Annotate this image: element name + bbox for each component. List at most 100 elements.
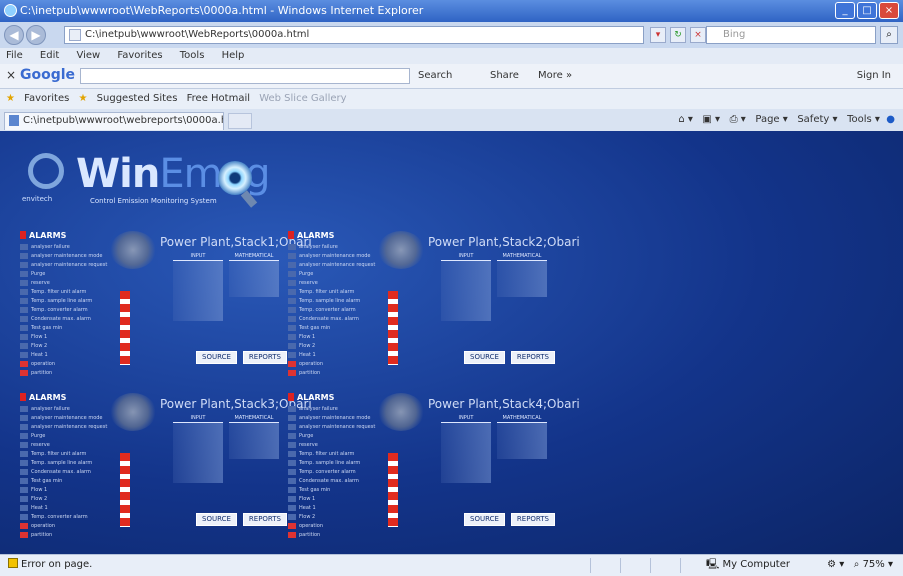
error-status[interactable]: Error on page.: [8, 555, 92, 575]
alarm-row: analyser maintenance request: [20, 423, 120, 432]
alarm-list: analyser failure analyser maintenance mod…: [288, 405, 388, 540]
home-icon[interactable]: ⌂ ▾: [678, 114, 693, 125]
alarm-label: operation: [299, 523, 324, 529]
alarm-row: Heat 1: [20, 351, 120, 360]
forward-button[interactable]: ▶: [26, 25, 46, 45]
minimize-button[interactable]: _: [835, 2, 855, 19]
alarm-indicator: [20, 477, 28, 484]
alarm-indicator: [288, 432, 296, 439]
alarm-indicator: [288, 333, 296, 340]
address-input[interactable]: C:\inetpub\wwwroot\WebReports\0000a.html: [64, 26, 644, 44]
alarm-row: Temp. filter unit alarm: [20, 450, 120, 459]
more-button[interactable]: More »: [538, 70, 572, 81]
reports-button[interactable]: REPORTS: [510, 513, 555, 526]
alarm-label: operation: [299, 361, 324, 367]
alarm-row: analyser failure: [288, 243, 388, 252]
search-icon[interactable]: ⌕: [880, 26, 898, 44]
alarms-label: ALARMS: [29, 393, 67, 402]
error-text: Error on page.: [21, 559, 93, 570]
table-header: INPUT MATHEMATICAL: [438, 415, 550, 423]
free-hotmail-link[interactable]: Free Hotmail: [187, 93, 250, 104]
chimney-image: [120, 453, 130, 527]
table-row: [170, 315, 282, 321]
close-toolbar-icon[interactable]: ×: [6, 68, 16, 82]
alarm-row: Temp. converter alarm: [20, 513, 120, 522]
zoom-control[interactable]: ⚙ ▾ ⌕ 75% ▾: [827, 555, 893, 575]
column-header: INPUT: [441, 253, 491, 261]
page-menu[interactable]: Page: [755, 114, 779, 125]
alarm-indicator: [288, 531, 296, 538]
add-favorite-icon[interactable]: ★: [79, 93, 88, 104]
search-input[interactable]: Bing: [706, 26, 876, 44]
column-header: MATHEMATICAL: [229, 253, 279, 261]
alarm-row: Temp. sample line alarm: [20, 297, 120, 306]
alarm-label: Condensate max. alarm: [299, 316, 359, 322]
menu-view[interactable]: View: [76, 50, 100, 61]
maximize-button[interactable]: □: [857, 2, 877, 19]
alarm-label: Flow 1: [31, 334, 48, 340]
page-content: envitech WinEmag Control Emission Monito…: [0, 131, 903, 554]
alarm-label: reserve: [299, 280, 318, 286]
menu-edit[interactable]: Edit: [40, 50, 59, 61]
google-search-input[interactable]: [80, 68, 410, 84]
reports-button[interactable]: REPORTS: [242, 513, 287, 526]
alarm-indicator: [288, 288, 296, 295]
source-button[interactable]: SOURCE: [196, 513, 237, 526]
alarm-indicator: [288, 297, 296, 304]
alarm-row: Flow 1: [20, 486, 120, 495]
help-icon[interactable]: ●: [886, 114, 895, 125]
close-button[interactable]: ×: [879, 2, 899, 19]
reports-button[interactable]: REPORTS: [242, 351, 287, 364]
alarm-indicator: [288, 360, 296, 367]
compatibility-icon[interactable]: ▾: [650, 27, 666, 43]
alarm-row: Condensate max. alarm: [20, 468, 120, 477]
alarm-label: analyser failure: [299, 244, 338, 250]
web-slice-gallery-link[interactable]: Web Slice Gallery: [259, 93, 346, 104]
source-button[interactable]: SOURCE: [464, 513, 505, 526]
alarm-row: Temp. filter unit alarm: [288, 288, 388, 297]
alarm-list: analyser failure analyser maintenance mod…: [288, 243, 388, 378]
column-header: MATHEMATICAL: [497, 253, 547, 261]
alarm-label: partition: [31, 532, 53, 538]
favorites-button[interactable]: Favorites: [24, 93, 69, 104]
back-button[interactable]: ◀: [4, 25, 24, 45]
alarm-indicator: [20, 495, 28, 502]
measurement-table: INPUT MATHEMATICAL: [438, 253, 550, 321]
stop-icon[interactable]: ×: [690, 27, 706, 43]
reports-button[interactable]: REPORTS: [510, 351, 555, 364]
new-tab-button[interactable]: [228, 113, 252, 129]
feeds-icon[interactable]: ▣ ▾: [702, 114, 720, 125]
alarm-label: analyser failure: [299, 406, 338, 412]
alarm-row: operation: [20, 522, 120, 531]
share-button[interactable]: Share: [490, 70, 519, 81]
safety-menu[interactable]: Safety: [797, 114, 829, 125]
alarm-indicator: [20, 531, 28, 538]
smoke-image: [378, 231, 424, 269]
window-titlebar: C:\inetpub\wwwroot\WebReports\0000a.html…: [0, 0, 903, 22]
source-button[interactable]: SOURCE: [196, 351, 237, 364]
suggested-sites-link[interactable]: Suggested Sites: [97, 93, 178, 104]
menu-tools[interactable]: Tools: [180, 50, 205, 61]
menu-help[interactable]: Help: [222, 50, 245, 61]
alarm-row: reserve: [20, 441, 120, 450]
print-icon[interactable]: ⎙ ▾: [730, 114, 746, 125]
alarm-label: Temp. filter unit alarm: [299, 451, 355, 457]
alarm-row: Purge: [20, 270, 120, 279]
google-search-button[interactable]: Search: [418, 70, 452, 81]
alarms-heading: ALARMS: [288, 231, 334, 240]
alarm-indicator: [288, 477, 296, 484]
tab-page-icon: [9, 115, 19, 126]
tools-menu[interactable]: Tools: [847, 114, 872, 125]
refresh-icon[interactable]: ↻: [670, 27, 686, 43]
menu-favorites[interactable]: Favorites: [117, 50, 162, 61]
source-button[interactable]: SOURCE: [464, 351, 505, 364]
alarm-label: analyser maintenance request: [31, 424, 108, 430]
address-bar: ◀ ▶ C:\inetpub\wwwroot\WebReports\0000a.…: [0, 22, 903, 48]
menu-file[interactable]: File: [6, 50, 23, 61]
alarm-row: Flow 2: [20, 495, 120, 504]
tab-current[interactable]: C:\inetpub\wwwroot\webreports\0000a.html: [4, 112, 224, 130]
alarm-row: analyser maintenance mode: [288, 414, 388, 423]
alarms-heading: ALARMS: [20, 231, 66, 240]
sign-in-link[interactable]: Sign In: [857, 70, 891, 81]
alarm-indicator: [20, 513, 28, 520]
